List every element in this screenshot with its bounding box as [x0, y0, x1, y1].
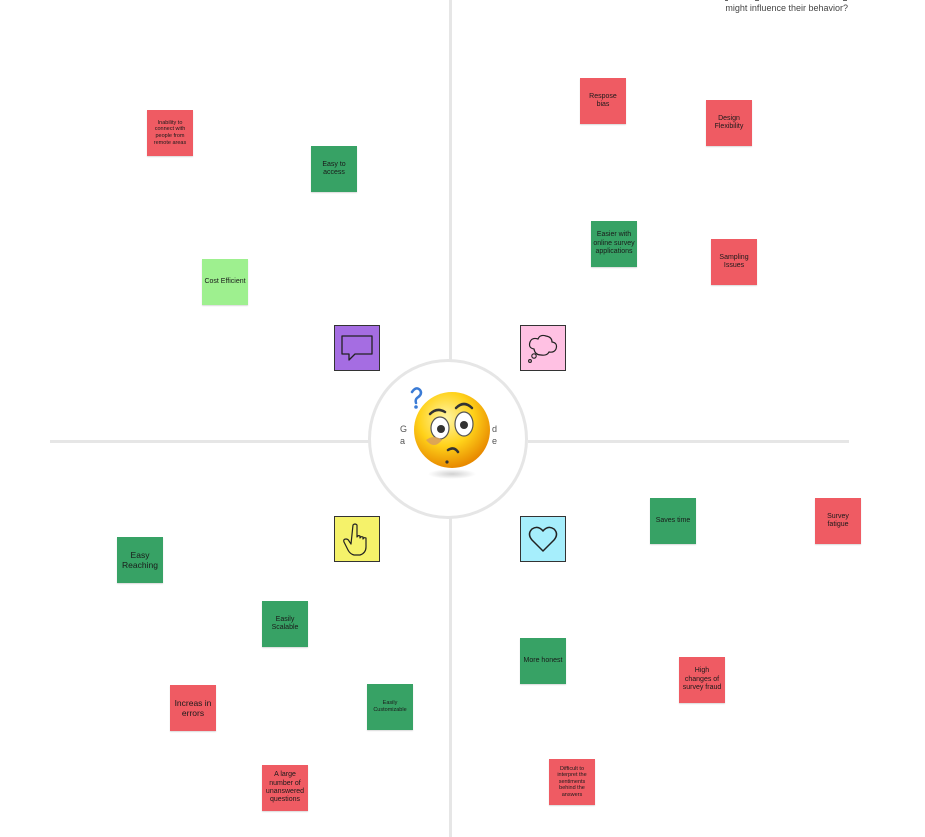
sticky-note-text: Easy Reaching	[122, 549, 158, 570]
vertical-divider-bottom	[449, 518, 452, 837]
sticky-note-text: Survey fatigue	[827, 512, 849, 528]
sticky-note[interactable]: Easily Customizable	[367, 684, 413, 730]
sticky-note-text: Increas in errors	[174, 697, 212, 718]
says-quadrant-icon[interactable]	[334, 325, 380, 371]
pointing-hand-icon	[343, 523, 367, 556]
sticky-note[interactable]: Easier with online survey applications	[591, 221, 637, 267]
sticky-note[interactable]: Saves time	[650, 498, 696, 544]
sticky-note[interactable]: Inability to connect with people from re…	[147, 110, 193, 156]
sticky-note-text: Saves time	[655, 516, 691, 524]
sticky-note-text: Easy to access	[322, 160, 346, 176]
horizontal-divider-left	[50, 440, 370, 443]
sticky-note-text: More honest	[523, 656, 563, 664]
sticky-note[interactable]: More honest	[520, 638, 566, 684]
top-left-prompt-fragment	[118, 0, 208, 2]
sticky-note-text: Easier with online survey applications	[593, 231, 635, 256]
thought-bubble-icon	[528, 334, 558, 363]
sticky-note-text: Sampling Issues	[719, 253, 749, 269]
sticky-note[interactable]: Difficult to interpret the sentiments be…	[549, 759, 595, 805]
sticky-note[interactable]: High changes of survey fraud	[679, 657, 725, 703]
sticky-note[interactable]: Survey fatigue	[815, 498, 861, 544]
sticky-note[interactable]: Design Flexibility	[706, 100, 752, 146]
sticky-note-text: Easily Customizable	[373, 700, 407, 713]
sticky-note-text: Inability to connect with people from re…	[153, 119, 187, 146]
thinks-prompt-text: might influence their behavior?	[725, 3, 848, 13]
sticky-note[interactable]: Easily Scalable	[262, 601, 308, 647]
sticky-note[interactable]: A large number of unanswered questions	[262, 765, 308, 811]
sticky-note-text: Easily Scalable	[271, 615, 299, 631]
feels-quadrant-icon[interactable]	[520, 516, 566, 562]
vertical-divider-top	[449, 0, 452, 360]
cropped-text-glyphs	[725, 0, 847, 1]
thinks-quadrant-icon[interactable]	[520, 325, 566, 371]
horizontal-divider-right	[528, 440, 849, 443]
confused-face-icon	[410, 387, 490, 479]
sticky-note-text: Cost Efficient	[204, 277, 246, 285]
does-quadrant-icon[interactable]	[334, 516, 380, 562]
sticky-note[interactable]: Easy to access	[311, 146, 357, 192]
sticky-note[interactable]: Respose bias	[580, 78, 626, 124]
sticky-note[interactable]: Cost Efficient	[202, 259, 248, 305]
sticky-note[interactable]: Easy Reaching	[117, 537, 163, 583]
sticky-note-text: Design Flexibility	[714, 114, 744, 130]
sticky-note-text: A large number of unanswered questions	[265, 771, 305, 804]
top-right-prompt-fragment	[725, 0, 850, 1]
sticky-note[interactable]: Sampling Issues	[711, 239, 757, 285]
sticky-note-text: Difficult to interpret the sentiments be…	[557, 765, 587, 798]
sticky-note[interactable]: Increas in errors	[170, 685, 216, 731]
cropped-text-glyphs	[118, 0, 208, 2]
speech-bubble-icon	[341, 335, 373, 361]
empathy-map-board: might influence their behavior? G a d e	[0, 0, 925, 837]
heart-icon	[528, 526, 558, 552]
sticky-note-text: High changes of survey fraud	[682, 667, 722, 692]
sticky-note-text: Respose bias	[589, 92, 617, 108]
